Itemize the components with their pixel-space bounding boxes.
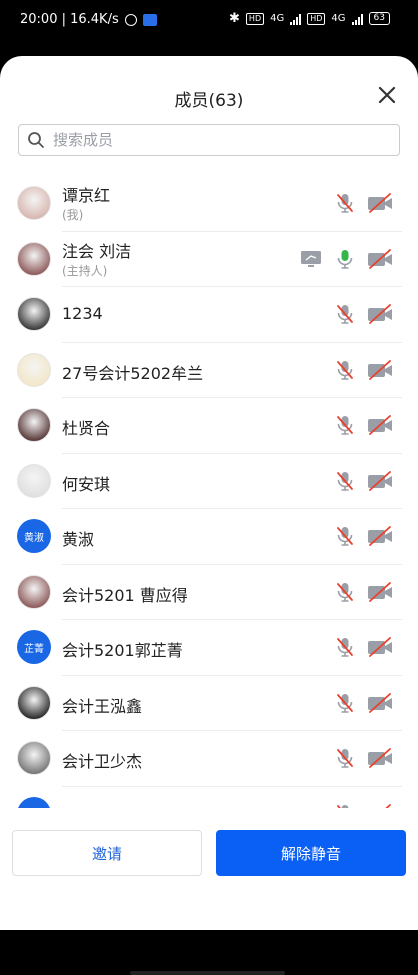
member-row[interactable]: 杜贤合: [0, 398, 418, 454]
mic-muted-icon: [334, 470, 366, 496]
signal-icon-2: [351, 13, 363, 25]
avatar: [17, 297, 51, 331]
avatar-initials: 黄淑: [24, 532, 44, 544]
mic-on-icon: [334, 248, 366, 274]
member-row[interactable]: 丽兰孙丽兰: [0, 787, 418, 808]
camera-off-icon: [366, 636, 394, 662]
avatar-initials: 芷菁: [24, 643, 44, 655]
avatar: [17, 463, 51, 498]
member-status-icons: [334, 192, 394, 218]
member-name: 1234: [62, 304, 103, 323]
camera-off-icon: [366, 359, 394, 385]
mic-muted-icon: [334, 359, 366, 385]
mic-muted-icon: [334, 747, 366, 773]
member-row[interactable]: 黄淑 黄淑: [0, 509, 418, 565]
avatar: [17, 241, 51, 276]
member-row[interactable]: 会计5201 曹应得: [0, 565, 418, 620]
avatar: 芷菁: [17, 630, 51, 664]
member-role: (主持人): [62, 263, 108, 278]
member-name: 会计王泓鑫: [62, 696, 143, 716]
members-sheet: 成员(63) 谭京红 (我) 注会 刘洁 (主持人) 1234 27号会计5202牟兰杜贤…: [0, 56, 418, 975]
app-notification-icon: [142, 13, 157, 26]
home-indicator: [130, 971, 285, 975]
member-row[interactable]: 会计卫少杰: [0, 731, 418, 787]
member-name: 会计5201 曹应得: [62, 585, 188, 605]
avatar: 丽兰: [17, 796, 51, 808]
camera-off-icon: [366, 303, 394, 329]
member-row[interactable]: 1234: [0, 287, 418, 343]
network-type: 4G: [270, 13, 285, 24]
status-time: 20:00 | 16.4K/s: [20, 12, 119, 27]
action-bar: 邀请 解除静音: [0, 808, 418, 975]
member-row[interactable]: 注会 刘洁 (主持人): [0, 232, 418, 287]
avatar: [17, 741, 51, 775]
mic-muted-icon: [334, 581, 366, 607]
member-name: 会计5201郭芷菁: [62, 641, 183, 660]
battery-icon: 63: [368, 12, 390, 25]
mic-muted-icon: [334, 525, 366, 551]
mic-muted-icon: [334, 414, 366, 440]
avatar: 黄淑: [17, 519, 51, 553]
bluetooth-icon: ✱: [229, 11, 240, 26]
camera-off-icon: [366, 470, 394, 496]
search-box[interactable]: [18, 124, 400, 156]
avatar: [17, 574, 51, 609]
avatar: [17, 685, 51, 720]
unmute-all-button[interactable]: 解除静音: [216, 830, 406, 876]
camera-off-icon: [366, 414, 394, 440]
signal-icon: [290, 13, 302, 25]
member-status-icons: [334, 581, 394, 607]
member-status-icons: [334, 525, 394, 551]
member-row[interactable]: 芷菁 会计5201郭芷菁: [0, 620, 418, 676]
screen-share-icon: [300, 249, 334, 273]
mic-muted-icon: [334, 692, 366, 718]
member-status-icons: [334, 303, 394, 329]
search-icon: [28, 132, 44, 148]
avatar: [17, 408, 51, 442]
network-type-2: 4G: [331, 13, 346, 24]
camera-off-icon: [366, 581, 394, 607]
avatar: [17, 186, 51, 220]
member-name: 何安琪: [62, 474, 111, 494]
member-role: (我): [62, 208, 84, 222]
page-title: 成员(63): [174, 91, 244, 111]
hd-badge-2: HD: [307, 12, 326, 25]
member-row[interactable]: 27号会计5202牟兰: [0, 343, 418, 398]
member-status-icons: [334, 636, 394, 662]
close-icon[interactable]: [378, 86, 396, 104]
mic-muted-icon: [334, 192, 366, 218]
member-status-icons: [334, 747, 394, 773]
member-name: 会计卫少杰: [62, 752, 143, 771]
camera-off-icon: [366, 747, 394, 773]
hd-badge: HD: [245, 12, 265, 25]
member-name: 27号会计5202牟兰: [62, 363, 204, 383]
camera-off-icon: [366, 248, 394, 274]
member-name: 注会 刘洁: [62, 241, 132, 261]
invite-button[interactable]: 邀请: [12, 830, 202, 876]
search-input[interactable]: [51, 130, 375, 150]
mic-muted-icon: [334, 636, 366, 662]
member-name: 杜贤合: [62, 419, 111, 438]
mic-muted-icon: [334, 303, 366, 329]
member-status-icons: [300, 248, 394, 274]
camera-off-icon: [366, 692, 394, 718]
camera-off-icon: [366, 525, 394, 551]
camera-off-icon: [366, 192, 394, 218]
member-name: 黄淑: [62, 530, 95, 549]
member-name: 谭京红: [62, 186, 111, 205]
member-row[interactable]: 谭京红 (我): [0, 176, 418, 232]
member-status-icons: [334, 692, 394, 718]
member-list[interactable]: 谭京红 (我) 注会 刘洁 (主持人) 1234 27号会计5202牟兰 杜贤合 何安琪 黄淑黄…: [0, 176, 418, 808]
member-status-icons: [334, 414, 394, 440]
alarm-icon: [124, 13, 137, 26]
status-bar: 20:00 | 16.4K/s ✱ HD 4G HD 4G 63: [0, 0, 418, 40]
member-row[interactable]: 会计王泓鑫: [0, 676, 418, 731]
member-row[interactable]: 何安琪: [0, 454, 418, 509]
member-status-icons: [334, 359, 394, 385]
avatar: [17, 352, 51, 387]
member-status-icons: [334, 470, 394, 496]
